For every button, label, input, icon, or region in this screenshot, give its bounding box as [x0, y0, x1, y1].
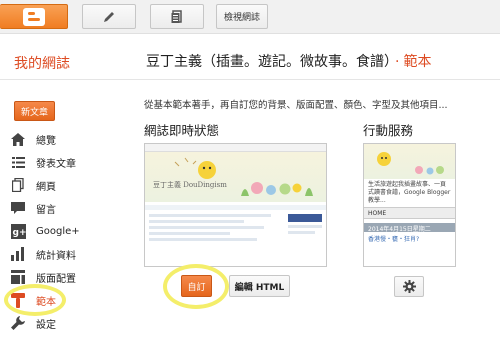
preview-blog-name: 豆丁主義 DouDingism [153, 181, 227, 189]
sidebar-item-label: 統計資料 [36, 250, 76, 262]
mobile-blog-description: 生活旅遊起我插畫故事、一頁式讀書食譜，Google Blogger教學... [368, 181, 451, 204]
template-description: 從基本範本著手，再自訂您的背景、版面配置、顏色、字型及其他項目... [144, 100, 448, 111]
page-title: 豆丁主義（插畫。遊記。微故事。食譜） · 範本 [146, 51, 431, 71]
sidebar-item-google-plus[interactable]: g+ Google+ [10, 220, 130, 242]
my-blogs-link[interactable]: 我的網誌 [14, 53, 70, 73]
mobile-preview[interactable]: 生活旅遊起我插畫故事、一頁式讀書食譜，Google Blogger教學... H… [363, 143, 456, 267]
view-blog-button[interactable]: 檢視網誌 [216, 4, 268, 29]
preview-main-column [149, 214, 284, 244]
current-page-name: 範本 [403, 54, 432, 70]
mobile-home-bar: HOME [364, 207, 455, 219]
preview-content [145, 210, 326, 248]
sidebar-item-overview[interactable]: 總覽 [10, 128, 130, 150]
blogger-logo-icon [22, 7, 45, 26]
sidebar-item-label: Google+ [36, 225, 80, 237]
edit-html-button[interactable]: 編輯 HTML [229, 275, 290, 297]
posts-list-toolbar-button[interactable] [150, 4, 204, 29]
sidebar-item-stats[interactable]: 統計資料 [10, 243, 130, 265]
google-plus-icon: g+ [10, 223, 26, 239]
sidebar-item-label: 設定 [36, 319, 56, 331]
mobile-post-title: 香港慢・甕・狂肖? [368, 236, 420, 243]
comments-icon [10, 200, 26, 216]
mobile-banner [364, 144, 455, 179]
sidebar-item-label: 留言 [36, 204, 56, 216]
sidebar-item-posts[interactable]: 發表文章 [10, 151, 130, 173]
customize-button[interactable]: 自訂 [181, 275, 212, 297]
preview-banner: 豆丁主義 DouDingism [145, 152, 326, 202]
mobile-settings-button[interactable] [394, 276, 424, 297]
pages-icon [10, 177, 26, 193]
sidebar-item-label: 發表文章 [36, 158, 76, 170]
sidebar-item-label: 版面配置 [36, 273, 76, 285]
pages-icon [171, 9, 182, 23]
new-post-button[interactable]: 新文章 [14, 101, 55, 121]
live-blog-heading: 網誌即時狀態 [144, 123, 220, 138]
sidebar-item-label: 網頁 [36, 181, 56, 193]
preview-sidebar-column [288, 214, 322, 244]
mobile-illustration-icon [377, 152, 444, 175]
gear-icon [402, 280, 416, 293]
pencil-icon [104, 11, 114, 22]
blog-title[interactable]: 豆丁主義（插畫。遊記。微故事。食譜） [146, 54, 391, 70]
title-separator: · [395, 54, 400, 70]
svg-text:g+: g+ [12, 228, 26, 238]
posts-icon [10, 154, 26, 170]
preview-facebook-widget [288, 214, 322, 222]
sidebar-item-pages[interactable]: 網頁 [10, 174, 130, 196]
stats-icon [10, 246, 26, 262]
sidebar-item-comments[interactable]: 留言 [10, 197, 130, 219]
live-blog-preview[interactable]: 豆丁主義 DouDingism [144, 143, 327, 267]
header-divider [0, 79, 500, 80]
new-post-toolbar-button[interactable] [82, 4, 136, 29]
preview-navbar [145, 144, 326, 152]
preview-illustration-icon [174, 157, 313, 196]
blogger-home-button[interactable] [0, 4, 68, 29]
highlight-circle-template [4, 284, 66, 316]
settings-wrench-icon [10, 315, 26, 331]
top-toolbar: 檢視網誌 [0, 0, 500, 34]
mobile-date-header: 2014年4月15日星期二 [364, 223, 455, 233]
overview-icon [10, 131, 26, 147]
mobile-heading: 行動服務 [363, 123, 414, 138]
layout-icon [10, 269, 26, 285]
sidebar-item-label: 總覽 [36, 135, 56, 147]
